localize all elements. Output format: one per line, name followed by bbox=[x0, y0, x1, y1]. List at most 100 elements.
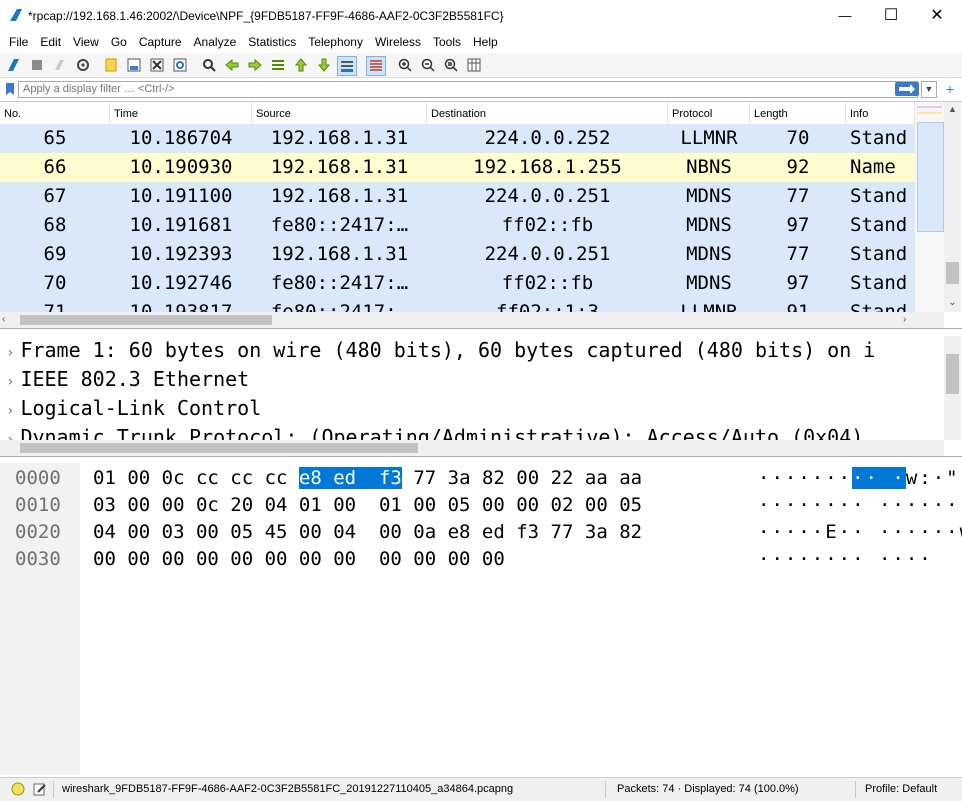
colorize-list-icon[interactable] bbox=[366, 56, 386, 76]
reload-file-icon[interactable] bbox=[171, 56, 189, 74]
autoscroll-toggle-icon[interactable] bbox=[337, 56, 357, 76]
scrollbar-thumb[interactable] bbox=[946, 354, 959, 394]
menu-analyze[interactable]: Analyze bbox=[188, 32, 243, 52]
menu-edit[interactable]: Edit bbox=[34, 32, 67, 52]
tree-item-llc[interactable]: › Logical-Link Control bbox=[0, 394, 944, 423]
column-header-no[interactable]: No. bbox=[0, 102, 110, 124]
cell-no: 65 bbox=[43, 127, 67, 149]
menu-help[interactable]: Help bbox=[467, 32, 504, 52]
start-capture-fin-icon[interactable] bbox=[5, 56, 23, 74]
scroll-left-arrow-icon[interactable]: ‹ bbox=[2, 314, 12, 326]
packet-list-horizontal-scrollbar[interactable]: ‹ › bbox=[0, 312, 944, 328]
details-vertical-scrollbar[interactable] bbox=[944, 336, 961, 440]
scrollbar-thumb[interactable] bbox=[20, 315, 272, 325]
profile-status[interactable]: Profile: Default bbox=[865, 783, 937, 795]
column-header-length[interactable]: Length bbox=[750, 102, 846, 124]
cell-src: fe80::2417:… bbox=[270, 272, 409, 294]
ascii-bytes[interactable]: ········ ········ bbox=[758, 492, 962, 519]
display-filter-bar: ▼ + bbox=[0, 79, 962, 102]
scroll-right-arrow-icon[interactable]: › bbox=[903, 314, 913, 326]
column-header-source[interactable]: Source bbox=[252, 102, 427, 124]
details-horizontal-scrollbar[interactable] bbox=[0, 440, 944, 456]
menu-capture[interactable]: Capture bbox=[133, 32, 188, 52]
hex-bytes[interactable]: 01 00 0c cc cc cc e8 ed f3 77 3a 82 00 2… bbox=[93, 465, 642, 492]
resize-columns-icon[interactable] bbox=[465, 56, 483, 74]
cell-src: 192.168.1.31 bbox=[270, 127, 409, 149]
ascii-bytes[interactable]: ········ ···· bbox=[758, 546, 933, 573]
expand-chevron-icon[interactable]: › bbox=[0, 403, 20, 419]
expert-info-status-icon[interactable] bbox=[11, 782, 25, 796]
close-file-icon[interactable] bbox=[148, 56, 166, 74]
last-packet-arrow-icon[interactable] bbox=[315, 56, 333, 74]
tree-item-dtp[interactable]: › Dynamic Trunk Protocol: (Operating/Admi… bbox=[0, 423, 944, 441]
hex-bytes[interactable]: 00 00 00 00 00 00 00 00 00 00 00 00 bbox=[93, 546, 505, 573]
cell-len: 97 bbox=[786, 272, 810, 294]
normal-size-icon[interactable] bbox=[442, 56, 460, 74]
maximize-button[interactable]: ☐ bbox=[868, 0, 914, 30]
packet-row[interactable]: 65 10.186704 192.168.1.31 224.0.0.252 LLMNR 7… bbox=[0, 124, 915, 153]
display-filter-input[interactable] bbox=[18, 81, 918, 98]
scroll-down-arrow-icon[interactable]: ⌄ bbox=[944, 296, 961, 310]
filter-history-dropdown[interactable]: ▼ bbox=[921, 81, 937, 98]
packet-row[interactable]: 67 10.191100 192.168.1.31 224.0.0.251 MDNS 77… bbox=[0, 182, 915, 211]
packet-list-vertical-scrollbar[interactable]: ▲ ⌄ bbox=[944, 102, 961, 312]
hex-text: 04 00 03 00 05 45 00 04 00 0a e8 ed f3 7… bbox=[93, 521, 643, 543]
tree-item-frame[interactable]: › Frame 1: 60 bytes on wire (480 bits), 6… bbox=[0, 336, 944, 365]
packet-row[interactable]: 69 10.192393 192.168.1.31 224.0.0.251 MDNS 77… bbox=[0, 240, 915, 269]
menu-telephony[interactable]: Telephony bbox=[302, 32, 369, 52]
packet-row[interactable]: 68 10.191681 fe80::2417:… ff02::fb MDNS 97 Sta… bbox=[0, 211, 915, 240]
packet-minimap[interactable] bbox=[915, 102, 944, 312]
tree-item-ethernet[interactable]: › IEEE 802.3 Ethernet bbox=[0, 365, 944, 394]
scrollbar-thumb[interactable] bbox=[946, 262, 959, 284]
hex-bytes[interactable]: 03 00 00 0c 20 04 01 00 01 00 05 00 00 0… bbox=[93, 492, 642, 519]
go-to-packet-icon[interactable] bbox=[269, 56, 287, 74]
menu-file[interactable]: File bbox=[3, 32, 34, 52]
stop-capture-icon[interactable] bbox=[28, 56, 46, 74]
zoom-out-icon[interactable] bbox=[419, 56, 437, 74]
ascii-bytes[interactable]: ········· ·w:·" bbox=[758, 465, 960, 492]
column-header-protocol[interactable]: Protocol bbox=[668, 102, 750, 124]
menu-tools[interactable]: Tools bbox=[427, 32, 467, 52]
menu-view[interactable]: View bbox=[67, 32, 105, 52]
save-file-icon[interactable] bbox=[125, 56, 143, 74]
add-filter-button-icon[interactable]: + bbox=[941, 81, 959, 98]
first-packet-arrow-icon[interactable] bbox=[292, 56, 310, 74]
capture-options-gear-icon[interactable] bbox=[74, 56, 92, 74]
cell-time: 10.191100 bbox=[129, 185, 233, 207]
scroll-up-arrow-icon[interactable]: ▲ bbox=[944, 102, 961, 116]
open-file-folder-icon[interactable] bbox=[102, 56, 120, 74]
restart-capture-icon[interactable] bbox=[51, 56, 69, 74]
cell-time: 10.192393 bbox=[129, 243, 233, 265]
column-header-destination[interactable]: Destination bbox=[427, 102, 668, 124]
cell-proto: MDNS bbox=[686, 185, 732, 207]
expand-chevron-icon[interactable]: › bbox=[0, 374, 20, 390]
zoom-in-icon[interactable] bbox=[396, 56, 414, 74]
edit-comment-icon[interactable] bbox=[33, 782, 47, 796]
cell-info: Stand bbox=[850, 127, 908, 149]
go-forward-arrow-icon[interactable] bbox=[246, 56, 264, 74]
find-packet-search-icon[interactable] bbox=[200, 56, 218, 74]
bookmark-icon[interactable] bbox=[4, 82, 16, 96]
ascii-text: w:·" bbox=[905, 467, 960, 489]
packet-row[interactable]: 66 10.190930 192.168.1.31 192.168.1.255 NBNS… bbox=[0, 153, 915, 182]
ascii-bytes[interactable]: ·····E·· ······w: bbox=[758, 519, 962, 546]
menu-wireless[interactable]: Wireless bbox=[369, 32, 427, 52]
cell-src: 192.168.1.31 bbox=[270, 185, 409, 207]
go-back-arrow-icon[interactable] bbox=[223, 56, 241, 74]
minimize-button[interactable]: — bbox=[822, 0, 868, 30]
hex-bytes[interactable]: 04 00 03 00 05 45 00 04 00 0a e8 ed f3 7… bbox=[93, 519, 642, 546]
close-button[interactable]: ✕ bbox=[914, 0, 960, 30]
column-header-time[interactable]: Time bbox=[110, 102, 252, 124]
apply-filter-arrow-icon[interactable] bbox=[895, 82, 919, 96]
expand-chevron-icon[interactable]: › bbox=[0, 345, 20, 361]
cell-info: Name bbox=[850, 156, 896, 178]
scrollbar-thumb[interactable] bbox=[20, 443, 418, 453]
packet-row[interactable]: 70 10.192746 fe80::2417:… ff02::fb MDNS 97 Sta… bbox=[0, 269, 915, 298]
cell-time: 10.190930 bbox=[129, 156, 233, 178]
column-header-info[interactable]: Info bbox=[846, 102, 915, 124]
menu-go[interactable]: Go bbox=[105, 32, 133, 52]
ascii-text: ······· bbox=[758, 467, 853, 489]
menu-statistics[interactable]: Statistics bbox=[242, 32, 302, 52]
ascii-text: ········ ········ bbox=[758, 494, 962, 516]
cell-dst: ff02::fb bbox=[501, 272, 594, 294]
